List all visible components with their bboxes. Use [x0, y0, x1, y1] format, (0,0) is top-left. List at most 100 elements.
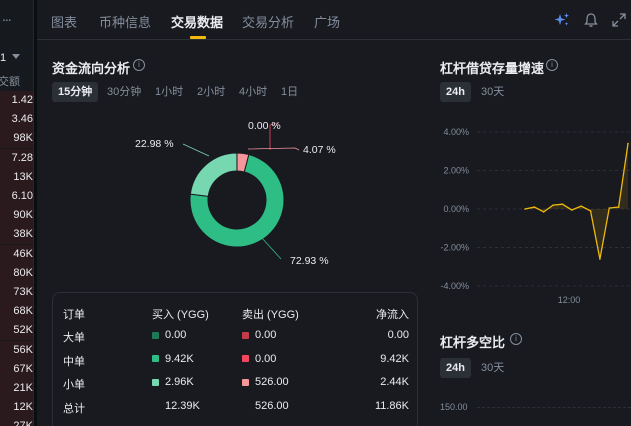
- net-value-text: 2.44K: [380, 376, 409, 388]
- table-row: 总计 12.39K 526.00 11.86K: [53, 400, 419, 420]
- range-30d[interactable]: 30天: [475, 358, 510, 378]
- orderbook-volume[interactable]: 1.42: [0, 94, 33, 106]
- net-value: 9.42K: [380, 353, 409, 365]
- row-label: 中单: [63, 353, 85, 369]
- tab-trading-data[interactable]: 交易数据: [171, 12, 223, 31]
- data-point[interactable]: [589, 210, 592, 212]
- tab-coin-info[interactable]: 币种信息: [99, 12, 151, 31]
- orderbook-volume[interactable]: 67K: [0, 363, 33, 375]
- orderbook-volume[interactable]: 3.46: [0, 113, 33, 125]
- data-point[interactable]: [561, 203, 564, 205]
- active-tab-indicator: [190, 36, 206, 39]
- net-value: 2.44K: [380, 376, 409, 388]
- data-point[interactable]: [552, 204, 554, 206]
- col-sell: 卖出 (YGG): [242, 309, 299, 321]
- orderbook-volume[interactable]: 7.28: [0, 152, 33, 164]
- orderbook-volume[interactable]: 6.10: [0, 190, 33, 202]
- sell-value-text: 526.00: [255, 399, 289, 412]
- buy-value: 0.00: [152, 329, 186, 341]
- row-label: 小单: [63, 376, 85, 392]
- legend-swatch: [242, 355, 249, 363]
- data-point[interactable]: [542, 211, 545, 213]
- net-value-text: 0.00: [387, 329, 409, 341]
- sell-value: 0.00: [242, 329, 276, 341]
- orderbook-volume[interactable]: 80K: [0, 267, 33, 279]
- buy-value: 12.39K: [165, 400, 200, 412]
- range-24h[interactable]: 24h: [440, 358, 471, 378]
- legend-swatch: [152, 355, 159, 363]
- sell-value: 526.00: [255, 400, 289, 412]
- row-label-text: 小单: [63, 379, 85, 391]
- orderbook-volume[interactable]: 52K: [0, 324, 33, 336]
- column-header-volume: 交额: [0, 76, 20, 88]
- data-point[interactable]: [599, 258, 601, 260]
- main-panel: 图表 币种信息 交易数据 交易分析 广场 资金流向分析 i 15分钟 30分钟 …: [37, 0, 631, 426]
- orderbook-volume[interactable]: 90K: [0, 209, 33, 221]
- info-icon[interactable]: i: [510, 333, 522, 345]
- data-point[interactable]: [580, 205, 582, 207]
- y-tick-label: -2.00%: [440, 243, 469, 253]
- range-24h[interactable]: 24h: [440, 82, 471, 102]
- orderbook-volume[interactable]: 46K: [0, 248, 33, 260]
- orderbook-volume[interactable]: 73K: [0, 286, 33, 298]
- tab-bar: 图表 币种信息 交易数据 交易分析 广场: [37, 0, 631, 40]
- sell-value-text: 526.00: [255, 376, 289, 388]
- data-point[interactable]: [571, 209, 573, 211]
- sell-value-text: 0.00: [255, 329, 277, 341]
- buy-value-text: 2.96K: [165, 376, 194, 388]
- series-line[interactable]: [524, 143, 629, 260]
- order-flow-table: 订单 买入 (YGG) 卖出 (YGG) 净流入 大单 0.00 0.00 0.00 中…: [52, 292, 418, 426]
- orderbook-volume[interactable]: 68K: [0, 305, 33, 317]
- y-tick-label: -4.00%: [440, 281, 469, 291]
- row-label: 总计: [63, 400, 85, 416]
- orderbook-volume[interactable]: 27K: [0, 420, 33, 426]
- tab-trading-analysis[interactable]: 交易分析: [242, 12, 294, 31]
- y-tick-label: 150.00: [440, 402, 468, 412]
- buy-value: 9.42K: [152, 353, 194, 365]
- y-tick-label: 2.00%: [443, 166, 469, 176]
- data-point[interactable]: [524, 208, 526, 210]
- range-selector: 24h 30天: [440, 82, 560, 102]
- legend-swatch: [152, 378, 159, 386]
- col-order: 订单: [63, 309, 85, 321]
- row-label-text: 中单: [63, 355, 85, 368]
- orderbook-volume[interactable]: 38K: [0, 228, 33, 240]
- data-point[interactable]: [627, 142, 629, 145]
- data-point[interactable]: [533, 206, 536, 208]
- donut-label-small-buy: 22.98 %: [135, 138, 174, 150]
- net-value: 0.00: [388, 329, 409, 341]
- long-short-panel: 杠杆多空比 i 24h 30天 150.00: [431, 320, 631, 426]
- chevron-down-icon[interactable]: [12, 54, 20, 59]
- col-net: 净流入: [376, 309, 409, 321]
- sell-value: 0.00: [242, 353, 276, 365]
- bell-icon[interactable]: [583, 12, 599, 28]
- buy-value-text: 12.39K: [165, 399, 200, 412]
- orderbook-volume[interactable]: 21K: [0, 382, 33, 394]
- donut-label-small-sell: 4.07 %: [303, 144, 336, 156]
- more-icon[interactable]: ...: [2, 8, 12, 24]
- leader-line-mid-buy: [261, 237, 282, 260]
- range-selector: 24h 30天: [440, 358, 560, 378]
- y-tick-label: 4.00%: [443, 127, 469, 137]
- range-30d[interactable]: 30天: [475, 82, 510, 102]
- orderbook-volume[interactable]: 13K: [0, 171, 33, 183]
- leverage-growth-panel: 杠杆借贷存量增速 i 24h 30天 4.00% 2.00% 0.00% -2.00%…: [431, 40, 631, 320]
- data-point[interactable]: [608, 207, 611, 209]
- orderbook-volume[interactable]: 12K: [0, 401, 33, 413]
- long-short-title: 杠杆多空比: [440, 335, 506, 350]
- y-tick-label: 0.00%: [443, 204, 469, 214]
- orderbook-volume[interactable]: 56K: [0, 344, 33, 356]
- data-point[interactable]: [617, 206, 620, 208]
- precision-selector[interactable]: 1: [0, 52, 6, 64]
- tab-square[interactable]: 广场: [314, 12, 340, 31]
- fund-flow-panel: 资金流向分析 i 15分钟 30分钟 1小时 2小时 4小时 1日 0.00 %…: [37, 40, 431, 426]
- legend-swatch: [152, 331, 159, 339]
- row-label-text: 大单: [63, 332, 85, 344]
- leader-line-small-buy: [182, 143, 210, 157]
- orderbook-volume[interactable]: 98K: [0, 132, 33, 144]
- expand-icon[interactable]: [611, 12, 627, 28]
- tab-chart[interactable]: 图表: [51, 12, 77, 31]
- sparkle-icon[interactable]: [554, 12, 570, 28]
- table-header: 订单 买入 (YGG) 卖出 (YGG) 净流入: [53, 306, 419, 326]
- info-icon[interactable]: i: [546, 59, 558, 71]
